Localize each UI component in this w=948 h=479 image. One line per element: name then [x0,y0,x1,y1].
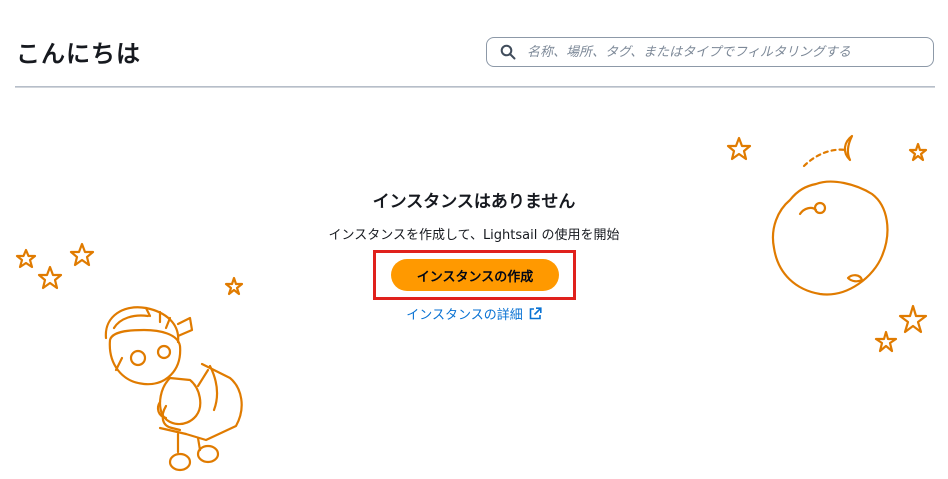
search-icon [493,38,523,66]
robot-astronaut-illustration [15,242,244,472]
instance-details-link[interactable]: インスタンスの詳細 [406,304,542,323]
page-title: こんにちは [16,40,141,68]
instance-details-link-container: インスタンスの詳細 [0,304,948,323]
external-link-icon [529,307,542,320]
instance-details-link-label: インスタンスの詳細 [406,308,523,323]
moon-stars-illustration [726,134,928,353]
search-box[interactable] [486,37,934,67]
empty-state-description: インスタンスを作成して、Lightsail の使用を開始 [328,228,620,243]
create-instance-button[interactable]: インスタンスの作成 [391,259,559,291]
search-input[interactable] [523,39,933,65]
empty-state-heading: インスタンスはありません [372,192,576,212]
header-divider [15,86,935,88]
page: こんにちは 名称、場所、タグ、またはタイプでフィルタリングする インスタンスはあ… [0,0,948,479]
